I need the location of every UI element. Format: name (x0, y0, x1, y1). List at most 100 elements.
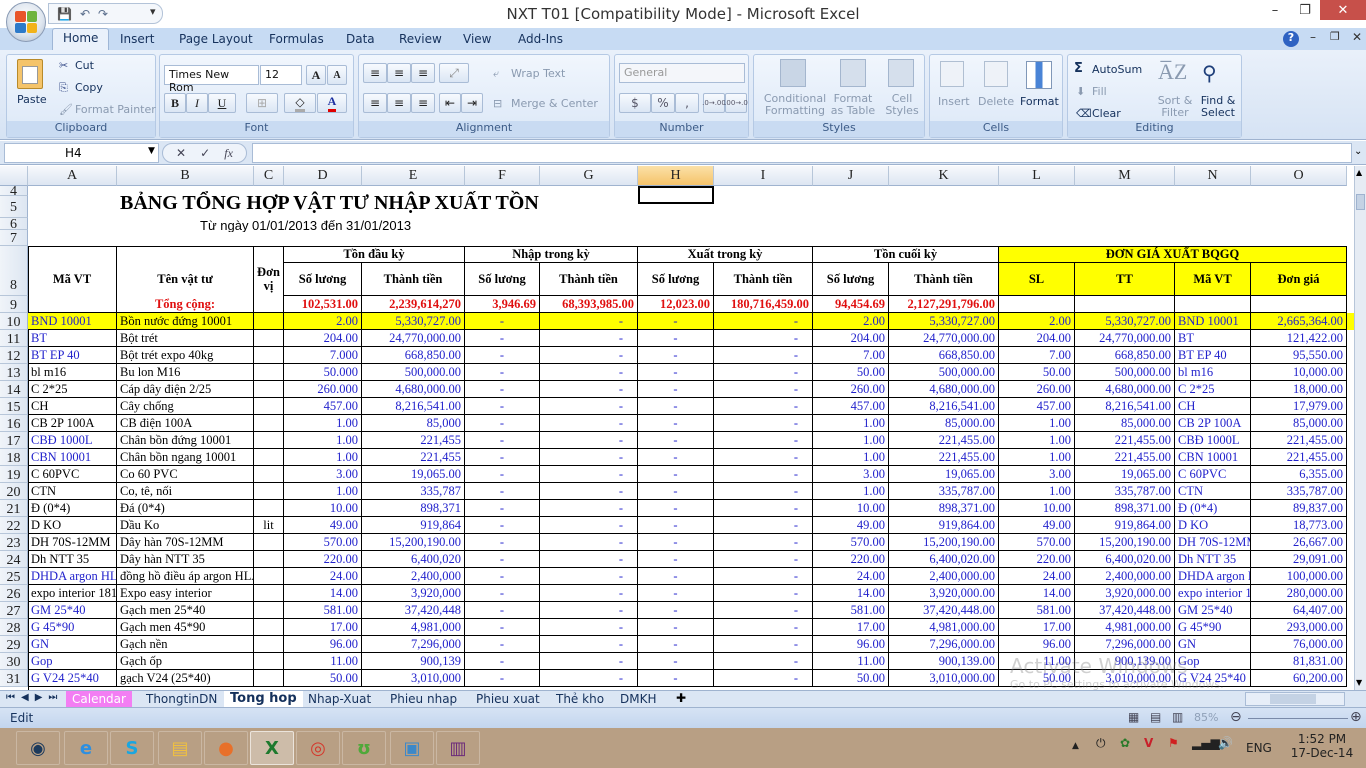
row-header[interactable]: 5 (0, 196, 28, 218)
closing-amount[interactable]: 221,455.00 (889, 449, 999, 466)
power-icon[interactable]: ⏻ (1096, 736, 1106, 751)
material-code[interactable]: CB 2P 100A (28, 415, 117, 432)
row-header[interactable]: 10 (0, 313, 28, 330)
price-amount[interactable]: 15,200,190.00 (1075, 534, 1175, 551)
price-material-code[interactable]: expo interior 181 (1175, 585, 1251, 602)
autosum-button[interactable]: AutoSum (1092, 63, 1142, 76)
import-qty[interactable]: - (465, 670, 540, 687)
import-qty[interactable]: - (465, 432, 540, 449)
material-code[interactable]: C 60PVC (28, 466, 117, 483)
closing-qty[interactable]: 17.00 (813, 619, 889, 636)
price-qty[interactable]: 10.00 (999, 500, 1075, 517)
opening-qty[interactable]: 204.00 (284, 330, 362, 347)
closing-amount[interactable]: 4,981,000.00 (889, 619, 999, 636)
export-qty[interactable]: - (638, 551, 714, 568)
closing-amount[interactable]: 8,216,541.00 (889, 398, 999, 415)
closing-qty[interactable]: 50.00 (813, 670, 889, 687)
price-amount[interactable]: 900,139.00 (1075, 653, 1175, 670)
material-code[interactable]: G V24 25*40 (28, 670, 117, 687)
currency-button[interactable]: $ (619, 93, 651, 113)
doc-restore-button[interactable]: ❐ (1330, 30, 1340, 43)
align-middle-button[interactable]: ≡ (387, 63, 411, 83)
export-amount[interactable]: - (714, 517, 813, 534)
row-header[interactable]: 22 (0, 517, 28, 534)
column-header-i[interactable]: I (714, 166, 813, 186)
price-qty[interactable]: 50.00 (999, 364, 1075, 381)
import-amount[interactable]: - (540, 653, 638, 670)
closing-amount[interactable]: 900,139.00 (889, 653, 999, 670)
vertical-scrollbar[interactable]: ▲ ▼ (1354, 166, 1366, 690)
price-qty[interactable]: 1.00 (999, 415, 1075, 432)
opening-amount[interactable]: 4,680,000.00 (362, 381, 465, 398)
sheet-tab-thongtindn[interactable]: ThongtinDN (140, 691, 223, 707)
volume-icon[interactable]: 🔊 (1218, 736, 1233, 750)
material-name[interactable]: Gạch ốp (117, 653, 254, 670)
scroll-up-arrow[interactable]: ▲ (1356, 168, 1365, 178)
unit-price[interactable]: 60,200.00 (1251, 670, 1347, 687)
unit[interactable] (254, 670, 284, 687)
expand-formula-bar-icon[interactable]: ⌄ (1354, 146, 1362, 157)
unit[interactable] (254, 551, 284, 568)
opening-qty[interactable]: 1.00 (284, 415, 362, 432)
row-header[interactable]: 23 (0, 534, 28, 551)
price-qty[interactable]: 570.00 (999, 534, 1075, 551)
price-qty[interactable]: 2.00 (999, 313, 1075, 330)
file-explorer-icon[interactable]: ▤ (158, 731, 202, 765)
row-header[interactable]: 7 (0, 230, 28, 246)
export-qty[interactable]: - (638, 449, 714, 466)
font-color-button[interactable]: A (317, 93, 347, 113)
row-header[interactable]: 27 (0, 602, 28, 619)
material-name[interactable]: Gạch men 45*90 (117, 619, 254, 636)
format-as-table-button[interactable]: Format as Table (828, 93, 878, 117)
unit-price[interactable]: 6,355.00 (1251, 466, 1347, 483)
unit-price[interactable]: 95,550.00 (1251, 347, 1347, 364)
price-amount[interactable]: 8,216,541.00 (1075, 398, 1175, 415)
column-header-k[interactable]: K (889, 166, 999, 186)
row-header[interactable]: 25 (0, 568, 28, 585)
export-amount[interactable]: - (714, 381, 813, 398)
import-amount[interactable]: - (540, 313, 638, 330)
unit-price[interactable]: 10,000.00 (1251, 364, 1347, 381)
material-code[interactable]: GM 25*40 (28, 602, 117, 619)
price-amount[interactable]: 500,000.00 (1075, 364, 1175, 381)
percent-button[interactable]: % (651, 93, 675, 113)
cut-button[interactable]: Cut (75, 59, 94, 72)
row-header[interactable]: 24 (0, 551, 28, 568)
normal-view-button[interactable]: ▦ (1128, 710, 1139, 724)
tab-insert[interactable]: Insert (120, 30, 154, 50)
closing-qty[interactable]: 1.00 (813, 415, 889, 432)
sheet-tab-phieu-nhap[interactable]: Phieu nhap (384, 691, 463, 707)
fill-color-button[interactable]: ◇ (284, 93, 316, 113)
material-code[interactable]: bl m16 (28, 364, 117, 381)
unit-price[interactable]: 335,787.00 (1251, 483, 1347, 500)
price-material-code[interactable]: CBN 10001 (1175, 449, 1251, 466)
import-amount[interactable]: - (540, 517, 638, 534)
material-name[interactable]: Chân bồn ngang 10001 (117, 449, 254, 466)
export-qty[interactable]: - (638, 636, 714, 653)
clock[interactable]: 1:52 PM 17-Dec-14 (1290, 732, 1354, 760)
tab-add-ins[interactable]: Add-Ins (518, 30, 563, 50)
chrome-icon[interactable]: ◎ (296, 731, 340, 765)
opening-amount[interactable]: 3,010,000 (362, 670, 465, 687)
opening-amount[interactable]: 3,920,000 (362, 585, 465, 602)
price-amount[interactable]: 3,010,000.00 (1075, 670, 1175, 687)
import-qty[interactable]: - (465, 602, 540, 619)
unit[interactable] (254, 415, 284, 432)
import-amount[interactable]: - (540, 347, 638, 364)
material-name[interactable]: Gạch men 25*40 (117, 602, 254, 619)
opening-amount[interactable]: 4,981,000 (362, 619, 465, 636)
paste-icon[interactable] (17, 59, 43, 89)
conditional-formatting-button[interactable]: Conditional Formatting (760, 93, 830, 117)
import-qty[interactable]: - (465, 568, 540, 585)
unit[interactable] (254, 534, 284, 551)
merge-center-button[interactable]: Merge & Center (511, 97, 598, 110)
export-amount[interactable]: - (714, 568, 813, 585)
tab-page-layout[interactable]: Page Layout (179, 30, 253, 50)
import-amount[interactable]: - (540, 551, 638, 568)
opening-amount[interactable]: 19,065.00 (362, 466, 465, 483)
column-header-m[interactable]: M (1075, 166, 1175, 186)
price-amount[interactable]: 6,400,020.00 (1075, 551, 1175, 568)
price-qty[interactable]: 260.00 (999, 381, 1075, 398)
material-code[interactable]: GN (28, 636, 117, 653)
price-amount[interactable]: 24,770,000.00 (1075, 330, 1175, 347)
